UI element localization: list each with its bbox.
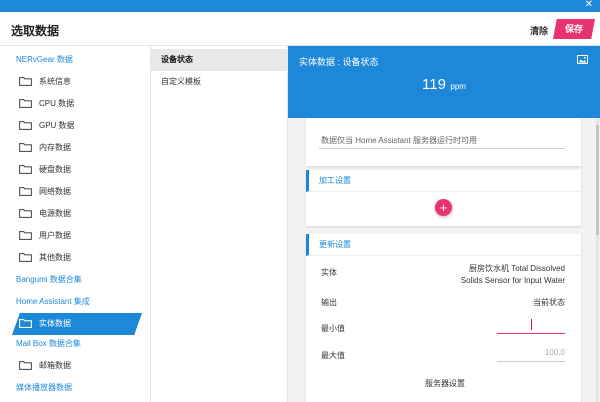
sidebar-item-entity[interactable]: 实体数据: [0, 313, 150, 335]
folder-icon: [19, 121, 32, 130]
sidebar-item-label: 硬盘数据: [39, 165, 71, 174]
tab-custom-template[interactable]: 自定义模板: [151, 71, 288, 93]
preview-unit: ppm: [450, 82, 466, 91]
folder-icon: [19, 253, 32, 262]
sidebar-item-label: 实体数据: [39, 319, 71, 328]
sidebar-item-cpu[interactable]: CPU 数据: [0, 93, 150, 115]
sidebar-item-user[interactable]: 用户数据: [0, 225, 150, 247]
sidebar-group-home-assistant[interactable]: Home Assistant 集成: [0, 291, 150, 313]
sidebar-item-label: 网络数据: [39, 187, 71, 196]
dialog-header: 选取数据 清除 保存: [0, 12, 600, 46]
sidebar-item-label: 电源数据: [39, 209, 71, 218]
image-icon[interactable]: [577, 55, 588, 64]
min-label: 最小值: [321, 324, 345, 333]
sidebar-item-memory[interactable]: 内存数据: [0, 137, 150, 159]
preview-value: 119 ppm: [288, 76, 600, 94]
sidebar-item-label: 邮箱数据: [39, 361, 71, 370]
max-value-input[interactable]: 100.0: [497, 346, 565, 362]
folder-icon: [19, 361, 32, 370]
availability-note: 数据仅当 Home Assistant 服务器运行时可用: [321, 136, 478, 145]
text-cursor: [531, 319, 532, 330]
close-icon[interactable]: ✕: [585, 0, 593, 11]
sidebar-item-label: 系统信息: [39, 77, 71, 86]
folder-icon: [19, 187, 32, 196]
preview-title: 实体数据 : 设备状态: [299, 57, 379, 67]
sidebar-item-gpu[interactable]: GPU 数据: [0, 115, 150, 137]
folder-icon: [19, 319, 32, 328]
processing-title: 加工设置: [306, 170, 581, 192]
sidebar-item-power[interactable]: 电源数据: [0, 203, 150, 225]
sidebar-group-media-player[interactable]: 媒体播放器数据: [0, 377, 150, 399]
add-processing-button[interactable]: +: [435, 199, 452, 216]
window-titlebar: ✕: [0, 0, 600, 12]
min-value-input[interactable]: [497, 318, 565, 334]
tab-device-state[interactable]: 设备状态: [151, 49, 288, 71]
entity-label: 实体: [321, 268, 337, 277]
entity-value-line2[interactable]: Solids Sensor for Input Water: [420, 276, 565, 285]
folder-icon: [19, 143, 32, 152]
preview-panel: 实体数据 : 设备状态 119 ppm: [288, 46, 600, 118]
sidebar-item-label: 其他数据: [39, 253, 71, 262]
folder-icon: [19, 99, 32, 108]
max-label: 最大值: [321, 351, 345, 360]
processing-card: 加工设置: [306, 170, 581, 226]
sidebar: NERvGear 数据 系统信息 CPU 数据 GPU 数据 内存数据 硬盘数据…: [0, 46, 150, 402]
folder-icon: [19, 209, 32, 218]
sidebar-item-other[interactable]: 其他数据: [0, 247, 150, 269]
sidebar-group-bangumi[interactable]: Bangumi 数据合集: [0, 269, 150, 291]
update-title: 更新设置: [306, 234, 581, 256]
folder-icon: [19, 231, 32, 240]
output-select[interactable]: 当前状态: [460, 297, 565, 308]
sidebar-item-label: 用户数据: [39, 231, 71, 240]
sidebar-item-network[interactable]: 网络数据: [0, 181, 150, 203]
save-button[interactable]: 保存: [553, 19, 595, 39]
sidebar-item-disk[interactable]: 硬盘数据: [0, 159, 150, 181]
server-settings-heading: 服务器设置: [425, 379, 465, 388]
sidebar-item-mail[interactable]: 邮箱数据: [0, 355, 150, 377]
scrollbar-thumb[interactable]: [596, 125, 599, 235]
sidebar-item-label: CPU 数据: [39, 99, 75, 108]
folder-icon: [19, 77, 32, 86]
clear-button[interactable]: 清除: [530, 24, 548, 37]
output-label: 输出: [321, 298, 337, 307]
sidebar-group-mailbox[interactable]: Mail Box 数据合集: [0, 333, 150, 355]
sidebar-item-label: GPU 数据: [39, 121, 75, 130]
dialog-title: 选取数据: [11, 24, 60, 38]
sidebar-item-label: 内存数据: [39, 143, 71, 152]
sidebar-group-nervgear[interactable]: NERvGear 数据: [0, 49, 150, 71]
folder-icon: [19, 165, 32, 174]
sidebar-item-system-info[interactable]: 系统信息: [0, 71, 150, 93]
divider: [319, 148, 565, 149]
preview-number: 119: [422, 76, 446, 93]
data-type-list: 设备状态 自定义模板: [150, 46, 288, 402]
entity-value-line1[interactable]: 厨房饮水机 Total Dissolved: [420, 263, 565, 274]
